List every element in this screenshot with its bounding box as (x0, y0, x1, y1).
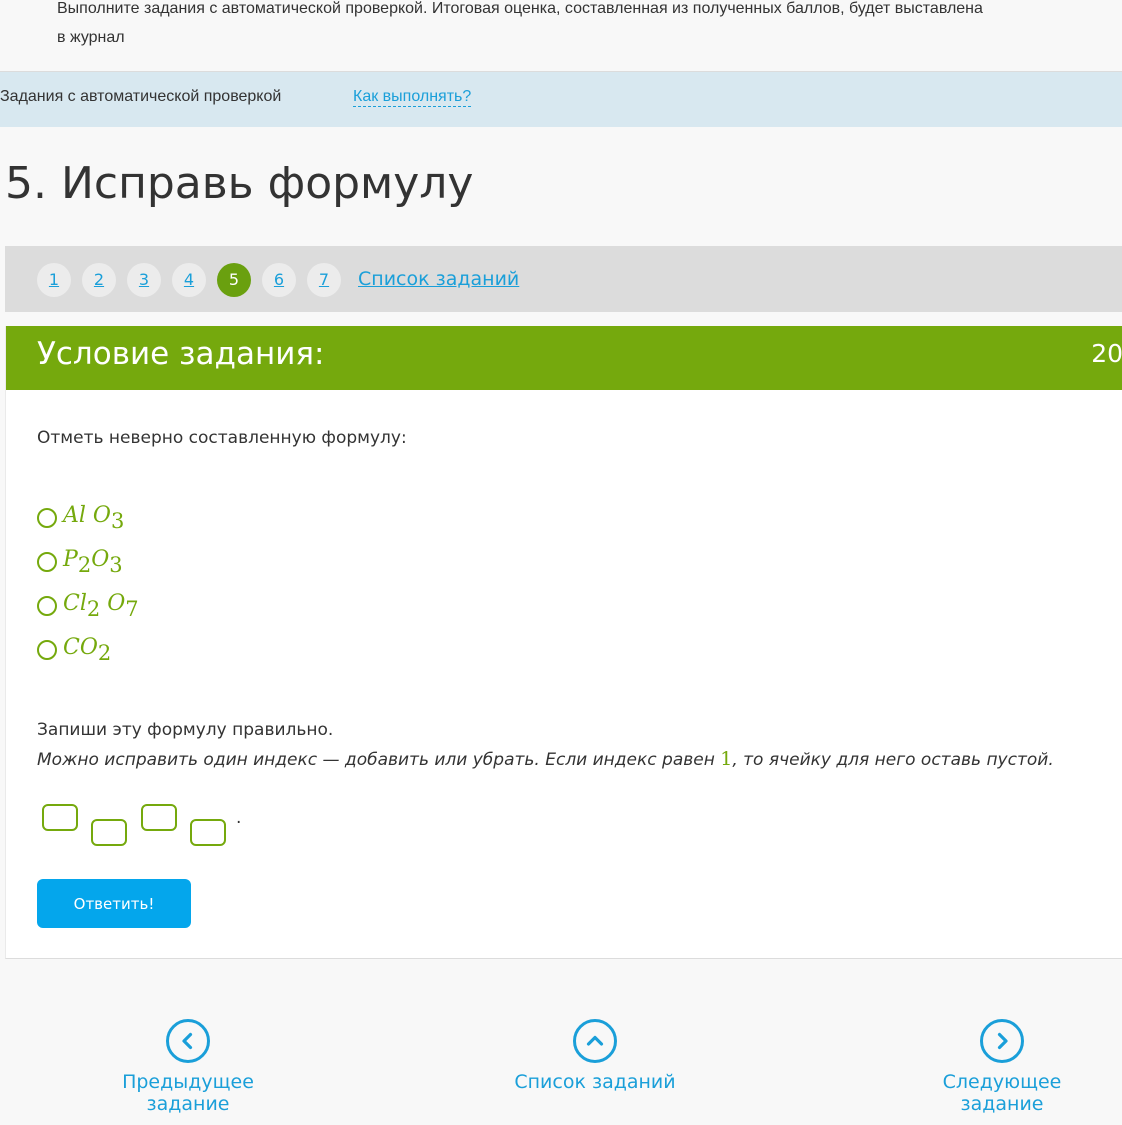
formula-label: P2O3 (63, 547, 123, 577)
answer-button[interactable]: Ответить! (37, 879, 191, 928)
pager-item-5-current[interactable]: 5 (217, 263, 251, 297)
option-al2o3[interactable]: Al O3 (37, 496, 139, 540)
instruction-line: Запиши эту формулу правильно. (37, 720, 334, 740)
pager-item-3[interactable]: 3 (127, 263, 161, 297)
formula-cell-element-2[interactable] (141, 804, 177, 831)
intro-line-2: в журнал (57, 29, 125, 46)
option-p2o3[interactable]: P2O3 (37, 540, 139, 584)
task-list-link[interactable]: Список заданий (358, 268, 519, 290)
task-points: 20 (1091, 339, 1122, 368)
question-text: Отметь неверно составленную формулу: (37, 428, 407, 448)
formula-cell-index-2[interactable] (190, 819, 226, 846)
radio-button[interactable] (37, 596, 57, 616)
radio-button[interactable] (37, 640, 57, 660)
info-bar: Задания с автоматической проверкой Как в… (0, 72, 1122, 127)
radio-button[interactable] (37, 508, 57, 528)
info-bar-label: Задания с автоматической проверкой (0, 88, 282, 105)
option-cl2o7[interactable]: Cl2 O7 (37, 584, 139, 628)
task-pager: 1 2 3 4 5 6 7 Список заданий (5, 246, 1122, 312)
pager-item-6[interactable]: 6 (262, 263, 296, 297)
radio-button[interactable] (37, 552, 57, 572)
pager-item-1[interactable]: 1 (37, 263, 71, 297)
task-header: Условие задания: 20 (6, 326, 1122, 390)
formula-end-dot: . (236, 808, 242, 828)
chevron-right-icon (980, 1019, 1024, 1063)
page-title: 5. Исправь формулу (5, 158, 474, 209)
task-list-nav-label: Список заданий (514, 1071, 676, 1093)
instruction-text: Запиши эту формулу правильно. Можно испр… (37, 716, 1054, 775)
formula-label: Cl2 O7 (63, 591, 139, 621)
pager-item-2[interactable]: 2 (82, 263, 116, 297)
pager-item-7[interactable]: 7 (307, 263, 341, 297)
chevron-left-icon (166, 1019, 210, 1063)
prev-task-link[interactable]: Предыдущее задание (82, 1019, 294, 1115)
instruction-note: Можно исправить один индекс — добавить и… (37, 748, 1054, 770)
formula-cell-element-1[interactable] (42, 804, 78, 831)
next-task-link[interactable]: Следующее задание (900, 1019, 1104, 1115)
task-panel: Условие задания: 20 Отметь неверно соста… (5, 326, 1122, 959)
how-to-link[interactable]: Как выполнять? (353, 88, 472, 107)
prev-task-label: Предыдущее задание (122, 1071, 254, 1115)
formula-label: Al O3 (63, 503, 125, 533)
option-co2[interactable]: CO2 (37, 628, 139, 672)
pager-item-4[interactable]: 4 (172, 263, 206, 297)
intro-banner: Выполните задания с автоматической прове… (0, 0, 1122, 72)
task-list-nav-link[interactable]: Список заданий (512, 1019, 678, 1093)
task-header-title: Условие задания: (37, 336, 325, 372)
answer-options: Al O3 P2O3 Cl2 O7 CO2 (37, 496, 139, 672)
formula-cell-index-1[interactable] (91, 819, 127, 846)
intro-line-1: Выполните задания с автоматической прове… (57, 0, 983, 17)
next-task-label: Следующее задание (942, 1071, 1062, 1115)
formula-label: CO2 (63, 635, 112, 665)
chevron-up-icon (573, 1019, 617, 1063)
intro-text: Выполните задания с автоматической прове… (57, 0, 1122, 52)
